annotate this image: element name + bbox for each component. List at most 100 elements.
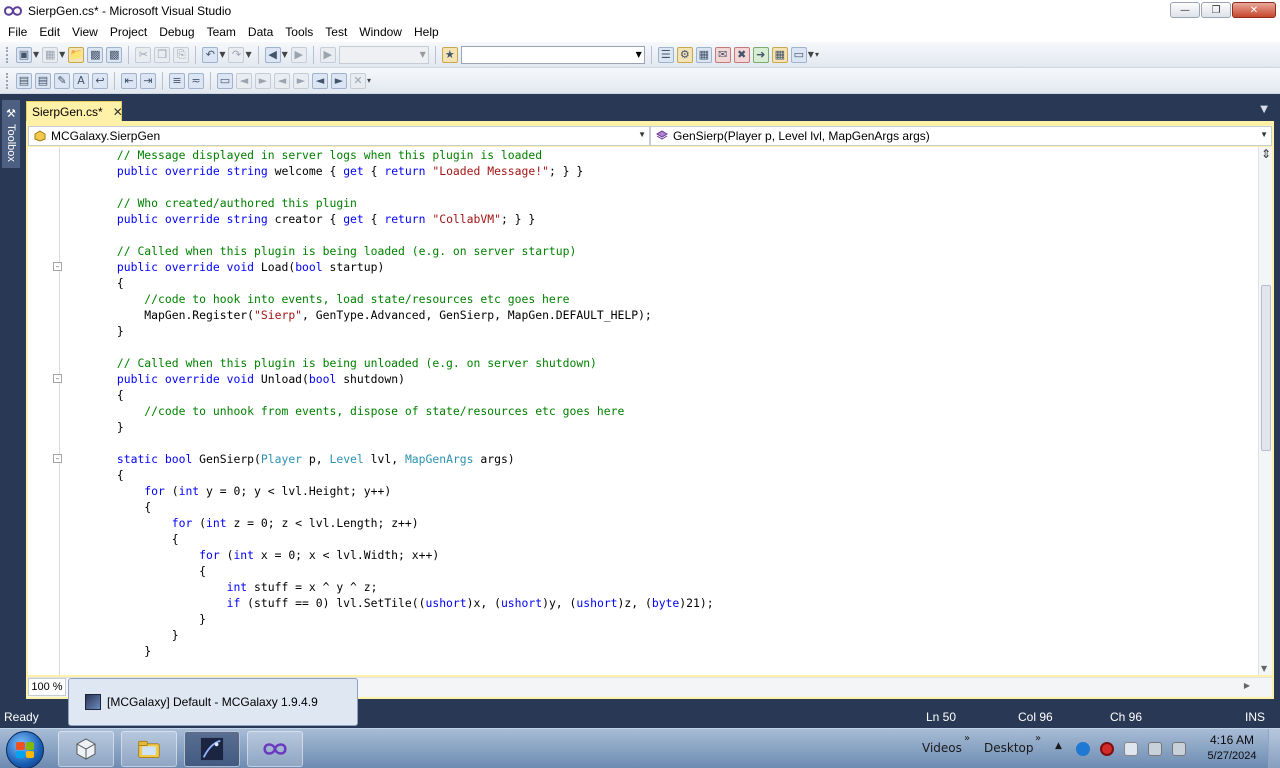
code-line[interactable]: for (int z = 0; z < lvl.Length; z++) [62, 515, 714, 531]
navigate-backward-icon[interactable]: ◀ [264, 46, 281, 63]
dropdown-arrow-icon[interactable]: ▼ [245, 50, 251, 59]
next-bookmark-in-document-icon[interactable]: ► [331, 72, 347, 89]
code-line[interactable]: // Called when this plugin is being load… [62, 243, 714, 259]
code-line[interactable] [62, 339, 714, 355]
stop-tray-icon[interactable] [1100, 742, 1114, 756]
dropdown-arrow-icon[interactable]: ▼ [282, 50, 288, 59]
desktop-expand-icon[interactable]: » [1035, 733, 1041, 744]
menu-view[interactable]: View [66, 25, 104, 39]
menu-project[interactable]: Project [104, 25, 153, 39]
open-file-icon[interactable]: 📁 [68, 46, 85, 63]
code-line[interactable]: } [62, 323, 714, 339]
solution-explorer-icon[interactable]: ☰ [657, 46, 674, 63]
taskbar-mcgalaxy[interactable] [184, 731, 240, 767]
code-line[interactable]: { [62, 563, 714, 579]
code-line[interactable]: } [62, 611, 714, 627]
solution-configuration-combo[interactable]: ▼ [338, 45, 429, 64]
display-word-completion-icon[interactable]: A [73, 72, 89, 89]
paste-icon[interactable]: ⎘ [173, 46, 190, 63]
code-line[interactable]: MapGen.Register("Sierp", GenType.Advance… [62, 307, 714, 323]
previous-bookmark-in-document-icon[interactable]: ◄ [312, 72, 328, 89]
code-line[interactable] [62, 227, 714, 243]
scrollbar-thumb[interactable] [1261, 285, 1271, 451]
toolbox-tab[interactable]: ⚒ Toolbox [2, 100, 20, 168]
undo-icon[interactable]: ↶ [202, 46, 219, 63]
close-tab-icon[interactable]: ✕ [113, 105, 123, 119]
toolbar-grip[interactable] [6, 72, 9, 89]
taskbar-file-explorer[interactable] [121, 731, 177, 767]
display-quick-info-icon[interactable]: ✎ [54, 72, 70, 89]
scroll-right-icon[interactable]: ▶ [1244, 681, 1250, 690]
code-line[interactable] [62, 435, 714, 451]
toolbar-desktop[interactable]: Desktop [984, 741, 1034, 755]
menu-help[interactable]: Help [408, 25, 445, 39]
tab-sierpgen-cs[interactable]: SierpGen.cs* ✕ [26, 101, 123, 121]
clear-bookmarks-icon[interactable]: ✕ [350, 72, 366, 89]
find-combo[interactable]: ▼ [460, 45, 645, 64]
new-project-icon[interactable]: ▣ [16, 46, 32, 63]
splitter-icon[interactable]: ⇕ [1260, 147, 1272, 161]
code-line[interactable]: } [62, 643, 714, 659]
types-combo[interactable]: MCGalaxy.SierpGen ▼ [28, 126, 650, 146]
code-line[interactable]: static bool GenSierp(Player p, Level lvl… [62, 451, 714, 467]
code-line[interactable] [62, 179, 714, 195]
properties-icon[interactable]: ⚙ [676, 46, 693, 63]
toolbar-grip[interactable] [6, 46, 9, 63]
zoom-combo[interactable]: 100 % [28, 678, 66, 696]
code-line[interactable]: // Message displayed in server logs when… [62, 147, 714, 163]
previous-bookmark-icon[interactable]: ◄ [236, 72, 252, 89]
code-line[interactable]: public override string welcome { get { r… [62, 163, 714, 179]
system-clock[interactable]: 4:16 AM 5/27/2024 [1200, 733, 1264, 762]
copy-icon[interactable]: ❐ [154, 46, 171, 63]
close-button[interactable]: ✕ [1232, 2, 1276, 18]
save-icon[interactable]: ▩ [87, 46, 104, 63]
menu-debug[interactable]: Debug [153, 25, 200, 39]
find-in-files-icon[interactable]: ★ [441, 46, 458, 63]
scroll-down-icon[interactable]: ▼ [1261, 664, 1267, 673]
menu-test[interactable]: Test [319, 25, 353, 39]
previous-bookmark-in-folder-icon[interactable]: ◄ [274, 72, 290, 89]
code-line[interactable]: } [62, 419, 714, 435]
code-line[interactable]: // Who created/authored this plugin [62, 195, 714, 211]
code-line[interactable]: { [62, 387, 714, 403]
decrease-indent-icon[interactable]: ⇤ [121, 72, 137, 89]
toolbox-window-icon[interactable]: ✉ [714, 46, 731, 63]
taskbar-app-1[interactable] [58, 731, 114, 767]
menu-file[interactable]: File [2, 25, 33, 39]
menu-data[interactable]: Data [242, 25, 279, 39]
code-line[interactable]: { [62, 275, 714, 291]
collapse-region-icon[interactable]: – [53, 454, 62, 463]
code-line[interactable]: //code to hook into events, load state/r… [62, 291, 714, 307]
dropdown-arrow-icon[interactable]: ▼ [219, 50, 225, 59]
display-tray-icon[interactable] [1148, 742, 1162, 756]
start-debugging-icon[interactable]: ▶ [319, 46, 336, 63]
cut-icon[interactable]: ✂ [135, 46, 152, 63]
show-desktop-button[interactable] [1268, 729, 1280, 768]
taskbar-visual-studio[interactable] [247, 731, 303, 767]
volume-icon[interactable] [1172, 742, 1186, 756]
active-files-dropdown-icon[interactable]: ▼ [1260, 104, 1268, 115]
start-page-icon[interactable]: ➜ [752, 46, 769, 63]
toolbar-videos[interactable]: Videos [922, 741, 962, 755]
toolbar-overflow-icon[interactable]: ▾ [815, 50, 819, 59]
code-editor[interactable]: – – – // Message displayed in server log… [28, 147, 1258, 675]
maximize-button[interactable]: ❐ [1201, 2, 1231, 18]
collapse-region-icon[interactable]: – [53, 262, 62, 271]
taskbar-preview-mcgalaxy[interactable]: [MCGalaxy] Default - MCGalaxy 1.9.4.9 [68, 678, 358, 726]
class-view-icon[interactable]: ▦ [771, 46, 788, 63]
code-line[interactable]: // Called when this plugin is being unlo… [62, 355, 714, 371]
redo-icon[interactable]: ↷ [228, 46, 245, 63]
vertical-scrollbar[interactable]: ⇕ ▼ [1258, 147, 1272, 675]
members-combo[interactable]: GenSierp(Player p, Level lvl, MapGenArgs… [650, 126, 1272, 146]
minimize-button[interactable]: — [1170, 2, 1200, 18]
code-line[interactable]: public override void Load(bool startup) [62, 259, 714, 275]
dropdown-arrow-icon[interactable]: ▼ [808, 50, 814, 59]
display-object-member-list-icon[interactable]: ▤ [16, 72, 32, 89]
code-line[interactable]: } [62, 627, 714, 643]
collapse-region-icon[interactable]: – [53, 374, 62, 383]
display-parameter-info-icon[interactable]: ▤ [35, 72, 51, 89]
extension-manager-icon[interactable]: ✖ [733, 46, 750, 63]
dropdown-arrow-icon[interactable]: ▼ [33, 50, 39, 59]
code-line[interactable]: { [62, 499, 714, 515]
object-browser-icon[interactable]: ▦ [695, 46, 712, 63]
